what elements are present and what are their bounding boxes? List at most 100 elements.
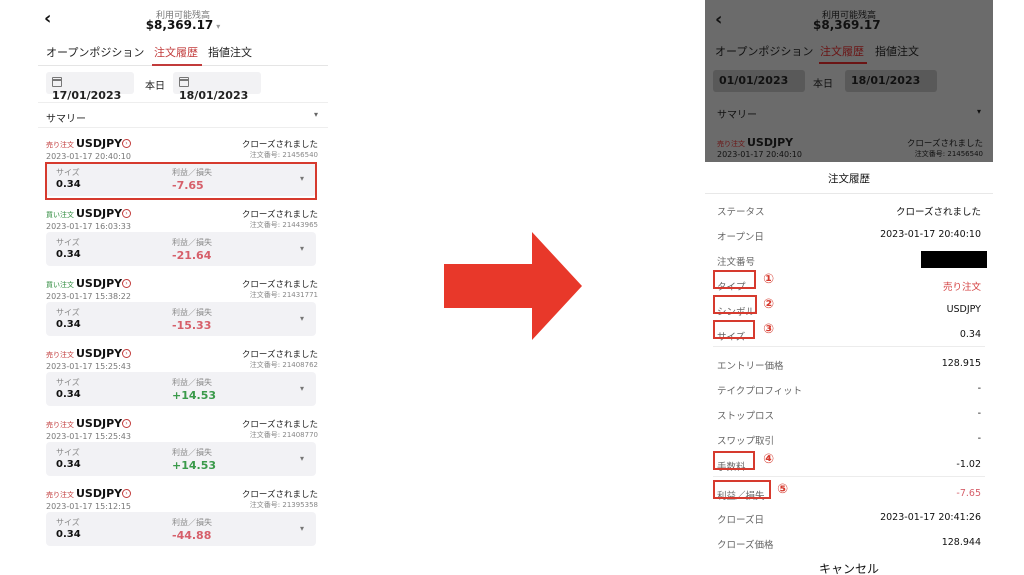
pl-label: 利益／損失 [172,238,212,247]
chevron-down-icon: ▾ [976,107,981,116]
order-status: クローズされました [906,139,983,149]
detail-label: クローズ価格 [717,540,774,551]
order-summary-box[interactable]: サイズ 0.34 利益／損失 +14.53 ▾ [46,372,316,406]
detail-label: 注文番号 [717,257,756,268]
arrow-right-circle-icon[interactable]: › [122,419,131,428]
order-summary-box[interactable]: サイズ 0.34 利益／損失 +14.53 ▾ [46,442,316,476]
order-time: 2023-01-17 15:12:15 [46,502,131,511]
summary-dropdown[interactable]: サマリー ▾ [38,102,328,128]
detail-value: - [977,433,981,444]
detail-row: クローズ日 2023-01-17 20:41:26 [705,508,993,533]
detail-value: -1.02 [956,459,981,470]
order-card[interactable]: 売り注文 USDJPY › 2023-01-17 15:25:43 クローズされました注… [38,342,328,412]
size-label: サイズ [56,238,80,247]
pl-label: 利益／損失 [172,518,212,527]
summary-label: サマリー [717,110,757,121]
balance-value[interactable]: $8,369.17 ▾ [38,18,328,32]
tab-limit-orders: 指値注文 [875,45,919,58]
arrow-right-circle-icon[interactable]: › [122,489,131,498]
divider [705,193,993,194]
order-status: クローズされました [241,350,318,360]
tab-open-positions[interactable]: オープンポジション [46,44,144,60]
order-status: クローズされました [241,210,318,220]
marker-2: ② [763,297,775,312]
chevron-down-icon[interactable]: ▾ [300,314,304,323]
right-arrow-icon [444,232,582,340]
order-card[interactable]: 売り注文 USDJPY › 2023-01-17 15:25:43 クローズされました注… [38,412,328,482]
highlight-frame-type [713,270,756,289]
marker-3: ③ [763,322,775,337]
cancel-button[interactable]: キャンセル [705,560,993,575]
detail-value: 売り注文 [942,282,981,293]
order-symbol: USDJPY [747,136,794,149]
order-symbol: USDJPY [76,347,123,360]
dimmed-background: ‹ 利用可能残高 $8,369.17 オープンポジション 注文履歴 指値注文 0… [705,0,993,162]
date-from-value: 17/01/2023 [52,89,122,102]
arrow-right-circle-icon[interactable]: › [122,209,131,218]
active-tab-indicator [819,62,867,64]
order-detail-sheet: 注文履歴 ステータス クローズされました オープン日 2023-01-17 20:40… [705,162,993,575]
order-card[interactable]: 売り注文 USDJPY › 2023-01-17 15:12:15 クローズされました注… [38,482,328,552]
pl-value: -15.33 [172,319,212,332]
order-summary-box[interactable]: サイズ 0.34 利益／損失 -21.64 ▾ [46,232,316,266]
order-card[interactable]: 買い注文 USDJPY › 2023-01-17 16:03:33 クローズされました注… [38,202,328,272]
chevron-down-icon[interactable]: ▾ [300,524,304,533]
sheet-title: 注文履歴 [828,173,870,185]
today-button[interactable]: 本日 [145,77,165,92]
order-card[interactable]: 買い注文 USDJPY › 2023-01-17 15:38:22 クローズされました注… [38,272,328,342]
date-to-button[interactable]: 18/01/2023 [173,72,261,102]
detail-label: ステータス [717,207,765,218]
order-type: 売り注文 [46,351,74,359]
chevron-down-icon[interactable]: ▾ [300,244,304,253]
highlight-frame [45,162,317,200]
highlight-frame-size [713,320,755,339]
chevron-down-icon: ▾ [313,110,318,119]
arrow-right-circle-icon[interactable]: › [122,279,131,288]
tab-order-history: 注文履歴 [820,45,864,58]
pl-value: -21.64 [172,249,212,262]
order-symbol: USDJPY [76,137,123,150]
order-status: クローズされました [241,490,318,500]
size-label: サイズ [56,378,80,387]
size-label: サイズ [56,518,80,527]
balance-amount: $8,369.17 [145,18,214,32]
order-time: 2023-01-17 20:40:10 [46,152,131,161]
order-type: 売り注文 [46,141,74,149]
order-type: 売り注文 [717,140,745,148]
date-from-button[interactable]: 17/01/2023 [46,72,134,102]
order-summary-box[interactable]: サイズ 0.34 利益／損失 -44.88 ▾ [46,512,316,546]
order-summary-box[interactable]: サイズ 0.34 利益／損失 -15.33 ▾ [46,302,316,336]
detail-label: エントリー価格 [717,361,784,372]
pl-label: 利益／損失 [172,378,212,387]
arrow-right-circle-icon[interactable]: › [122,139,131,148]
size-value: 0.34 [56,459,81,470]
redacted-block [921,251,987,268]
marker-5: ⑤ [777,482,789,497]
order-time: 2023-01-17 15:38:22 [46,292,131,301]
chevron-down-icon[interactable]: ▾ [300,384,304,393]
order-type: 売り注文 [46,421,74,429]
order-number: 注文番号: 21456540 [249,151,318,159]
size-value: 0.34 [56,319,81,330]
chevron-down-icon[interactable]: ▾ [300,454,304,463]
detail-row: テイクプロフィット - [705,379,993,404]
detail-value: 128.915 [941,358,981,369]
date-from-value: 01/01/2023 [719,74,789,87]
tab-open-positions: オープンポジション [715,45,814,58]
today-label: 本日 [813,79,833,90]
detail-value: 128.944 [941,537,981,548]
order-type: 買い注文 [46,211,74,219]
order-symbol: USDJPY [76,487,123,500]
tab-limit-orders[interactable]: 指値注文 [208,44,252,60]
arrow-right-circle-icon[interactable]: › [122,349,131,358]
size-value: 0.34 [56,249,81,260]
tab-bar: オープンポジション 注文履歴 指値注文 [38,38,328,66]
detail-row: エントリー価格 128.915 [705,354,993,379]
order-number: 注文番号: 21408762 [249,361,318,369]
pl-value: +14.53 [172,389,217,402]
divider [713,346,985,347]
detail-row: ストップロス - [705,404,993,429]
tab-order-history[interactable]: 注文履歴 [154,44,198,60]
pl-label: 利益／損失 [172,308,212,317]
order-time: 2023-01-17 15:25:43 [46,362,131,371]
